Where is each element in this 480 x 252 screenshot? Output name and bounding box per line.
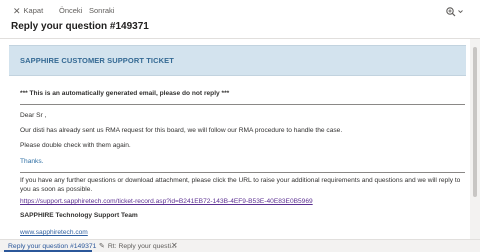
message-body: SAPPHIRE CUSTOMER SUPPORT TICKET *** Thi…	[9, 45, 466, 239]
tab-close-icon[interactable]: ✕	[171, 241, 178, 251]
notice-divider	[20, 104, 465, 105]
website-link[interactable]: www.sapphiretech.com	[20, 228, 88, 237]
pencil-icon: ✎	[99, 243, 105, 250]
ticket-link[interactable]: https://support.sapphiretech.com/ticket-…	[20, 197, 313, 206]
close-icon: ✕	[13, 6, 21, 16]
ticket-banner: SAPPHIRE CUSTOMER SUPPORT TICKET	[9, 45, 466, 76]
next-button[interactable]: Sonraki	[89, 5, 114, 16]
close-button[interactable]: ✕ Kapat	[13, 5, 43, 17]
tab-draft-reply[interactable]: ✎ Rt: Reply your questi...	[99, 242, 177, 251]
zoom-button[interactable]	[445, 5, 465, 17]
page-title: Reply your question #149371	[11, 21, 149, 32]
signature: SAPPHIRE Technology Support Team	[20, 212, 138, 219]
greeting: Dear Sr ,	[20, 112, 47, 119]
body-line-1: Our disti has already sent us RMA reques…	[20, 127, 343, 134]
body-divider	[20, 172, 465, 173]
tab-draft-label: Rt: Reply your questi...	[107, 243, 177, 250]
close-label: Kapat	[23, 6, 44, 15]
vertical-scrollbar[interactable]	[470, 39, 480, 239]
message-area: SAPPHIRE CUSTOMER SUPPORT TICKET *** Thi…	[0, 39, 480, 239]
footer-text: If you have any further questions or dow…	[20, 177, 461, 193]
previous-button[interactable]: Önceki	[59, 5, 82, 16]
banner-title: SAPPHIRE CUSTOMER SUPPORT TICKET	[20, 56, 174, 65]
thanks-text: Thanks.	[20, 158, 44, 165]
body-line-2: Please double check with them again.	[20, 142, 131, 149]
scrollbar-thumb[interactable]	[473, 47, 477, 197]
mail-reading-window: ✕ Kapat Önceki Sonraki Reply your questio…	[0, 0, 480, 252]
zoom-icon	[446, 7, 463, 17]
auto-notice: *** This is an automatically generated e…	[20, 90, 230, 97]
message-subject-bar: Reply your question #149371	[0, 18, 480, 38]
